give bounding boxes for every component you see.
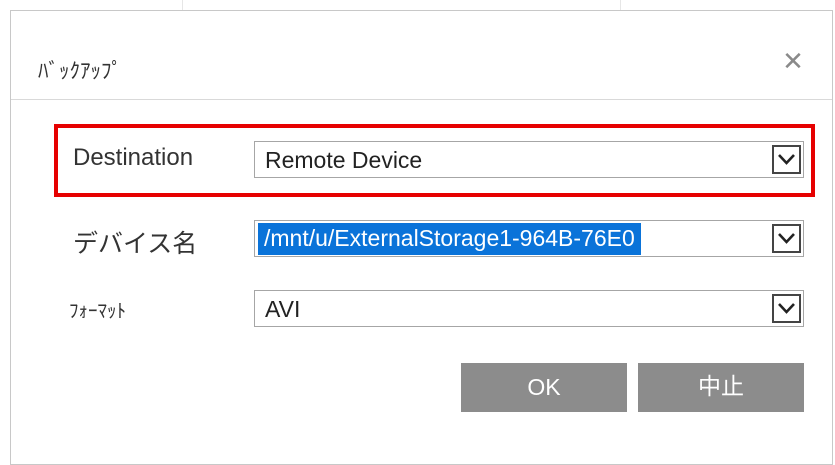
format-value: AVI (265, 296, 301, 322)
device-name-value: /mnt/u/ExternalStorage1-964B-76E0 (258, 223, 641, 255)
chevron-down-icon[interactable] (772, 224, 801, 253)
destination-select[interactable]: Remote Device (254, 141, 804, 178)
dialog-titlebar: ﾊﾞｯｸｱｯﾌﾟ ✕ (11, 11, 832, 100)
device-name-label: デバイス名 (73, 229, 198, 258)
cancel-button[interactable]: 中止 (638, 363, 804, 412)
format-label: ﾌｫｰﾏｯﾄ (69, 300, 127, 322)
ok-button[interactable]: OK (461, 363, 627, 412)
destination-label: Destination (73, 144, 194, 171)
chevron-down-icon[interactable] (772, 145, 801, 174)
backup-dialog: ﾊﾞｯｸｱｯﾌﾟ ✕ Destination Remote Device デバイ… (10, 10, 833, 465)
dialog-title: ﾊﾞｯｸｱｯﾌﾟ (38, 59, 122, 83)
destination-value: Remote Device (265, 147, 423, 173)
chevron-down-icon[interactable] (772, 294, 801, 323)
format-select[interactable]: AVI (254, 290, 804, 327)
close-icon[interactable]: ✕ (781, 49, 805, 75)
device-name-select[interactable]: /mnt/u/ExternalStorage1-964B-76E0 (254, 220, 804, 257)
